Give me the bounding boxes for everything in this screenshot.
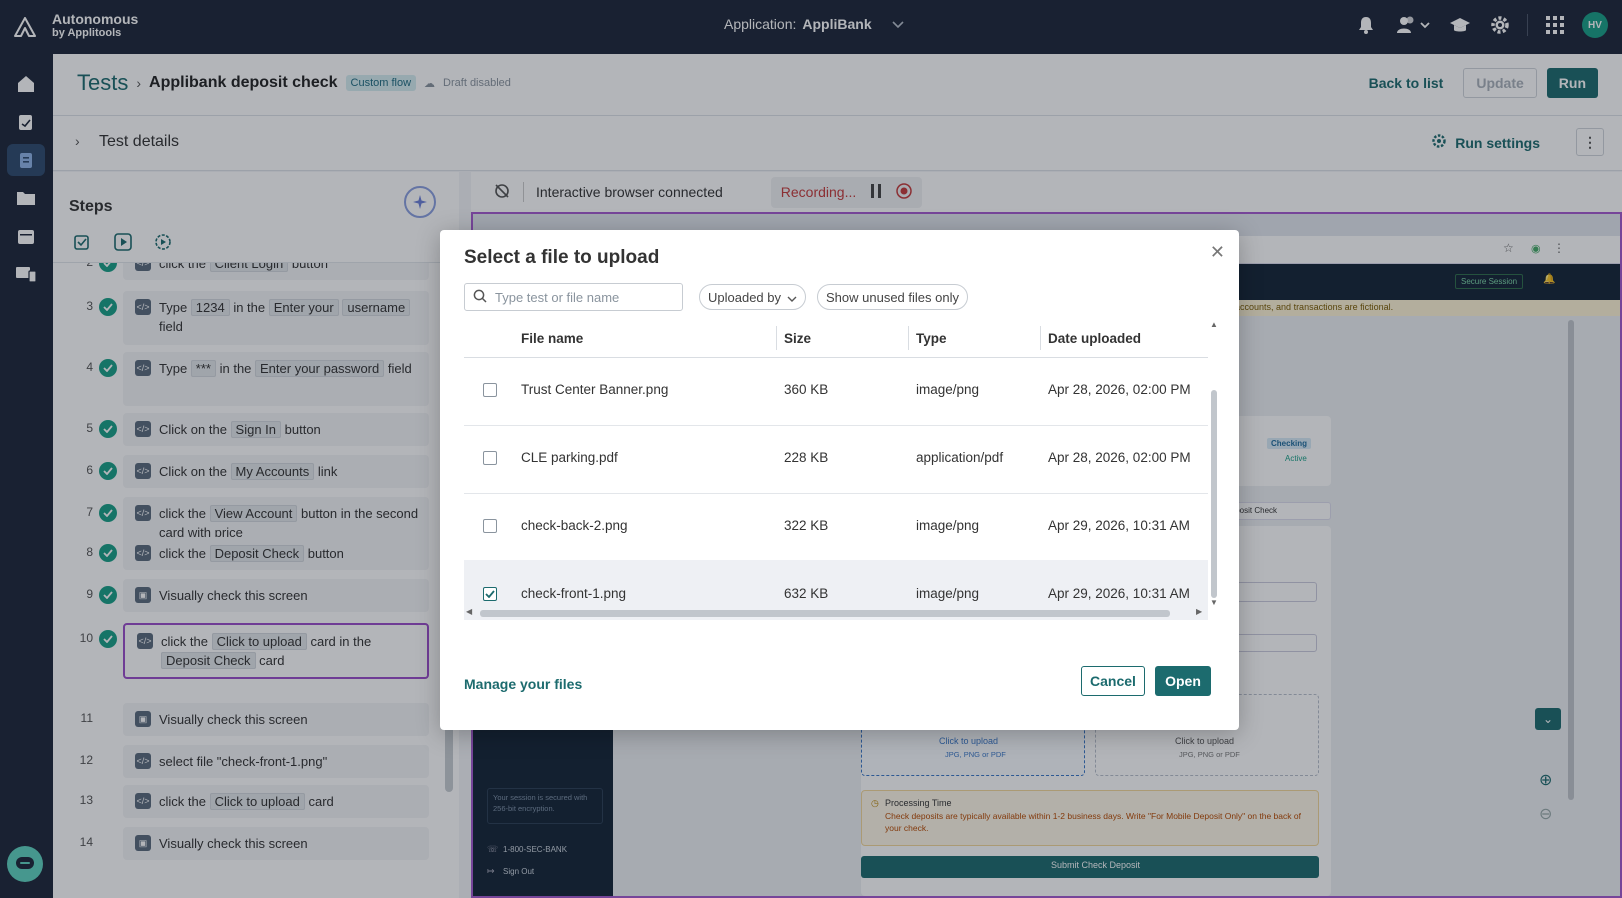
cell-date: Apr 29, 2026, 10:31 AM — [1048, 518, 1190, 533]
cell-name: CLE parking.pdf — [521, 450, 618, 465]
table-row[interactable]: CLE parking.pdf 228 KB application/pdf Apr … — [464, 424, 1208, 494]
uploaded-by-filter[interactable]: Uploaded by — [699, 284, 806, 310]
column-divider[interactable] — [908, 326, 909, 350]
col-type[interactable]: Type — [916, 331, 947, 346]
cell-size: 322 KB — [784, 518, 829, 533]
col-size[interactable]: Size — [784, 331, 811, 346]
row-checkbox[interactable] — [483, 587, 497, 601]
cell-type: image/png — [916, 518, 980, 533]
cell-name: check-back-2.png — [521, 518, 628, 533]
table-row[interactable]: check-back-2.png 322 KB image/png Apr 29, 2… — [464, 492, 1208, 562]
scroll-down-icon[interactable]: ▼ — [1210, 598, 1218, 607]
uploaded-by-label: Uploaded by — [708, 289, 781, 305]
row-checkbox[interactable] — [483, 383, 497, 397]
scroll-right-icon[interactable]: ▶ — [1196, 607, 1202, 616]
search-input[interactable] — [495, 289, 675, 305]
table-header: File name Size Type Date uploaded — [464, 320, 1208, 358]
files-table: File name Size Type Date uploaded Trust … — [464, 320, 1208, 620]
row-checkbox[interactable] — [483, 451, 497, 465]
cell-type: application/pdf — [916, 450, 1004, 465]
table-row[interactable]: Trust Center Banner.png 360 KB image/png Ap… — [464, 356, 1208, 426]
column-divider[interactable] — [776, 326, 777, 350]
scroll-left-icon[interactable]: ◀ — [466, 607, 472, 616]
dialog-title: Select a file to upload — [464, 247, 660, 268]
cell-size: 632 KB — [784, 586, 829, 601]
scrollbar-thumb[interactable] — [1211, 390, 1217, 598]
cell-type: image/png — [916, 382, 980, 397]
cell-date: Apr 28, 2026, 02:00 PM — [1048, 450, 1191, 465]
col-date-uploaded[interactable]: Date uploaded — [1048, 331, 1141, 346]
table-horizontal-scrollbar[interactable]: ◀ ▶ — [464, 606, 1208, 620]
file-upload-dialog: Select a file to upload ✕ Uploaded by Sh… — [440, 230, 1239, 730]
cell-name: Trust Center Banner.png — [521, 382, 669, 397]
column-divider[interactable] — [1040, 326, 1041, 350]
cell-name: check-front-1.png — [521, 586, 627, 601]
cell-date: Apr 29, 2026, 10:31 AM — [1048, 586, 1190, 601]
close-icon[interactable]: ✕ — [1210, 242, 1225, 263]
chevron-down-icon — [787, 290, 797, 305]
cell-date: Apr 28, 2026, 02:00 PM — [1048, 382, 1191, 397]
file-search[interactable] — [464, 283, 683, 311]
search-icon — [473, 289, 487, 306]
cell-type: image/png — [916, 586, 980, 601]
table-vertical-scrollbar[interactable]: ▲ ▼ — [1208, 320, 1220, 610]
cancel-button[interactable]: Cancel — [1081, 666, 1145, 696]
open-button[interactable]: Open — [1155, 666, 1211, 696]
scrollbar-thumb[interactable] — [480, 610, 1170, 617]
cell-size: 228 KB — [784, 450, 829, 465]
col-file-name[interactable]: File name — [521, 331, 583, 346]
unused-files-filter[interactable]: Show unused files only — [817, 284, 968, 310]
cell-size: 360 KB — [784, 382, 829, 397]
scroll-up-icon[interactable]: ▲ — [1210, 320, 1218, 329]
row-checkbox[interactable] — [483, 519, 497, 533]
manage-files-link[interactable]: Manage your files — [464, 676, 582, 692]
